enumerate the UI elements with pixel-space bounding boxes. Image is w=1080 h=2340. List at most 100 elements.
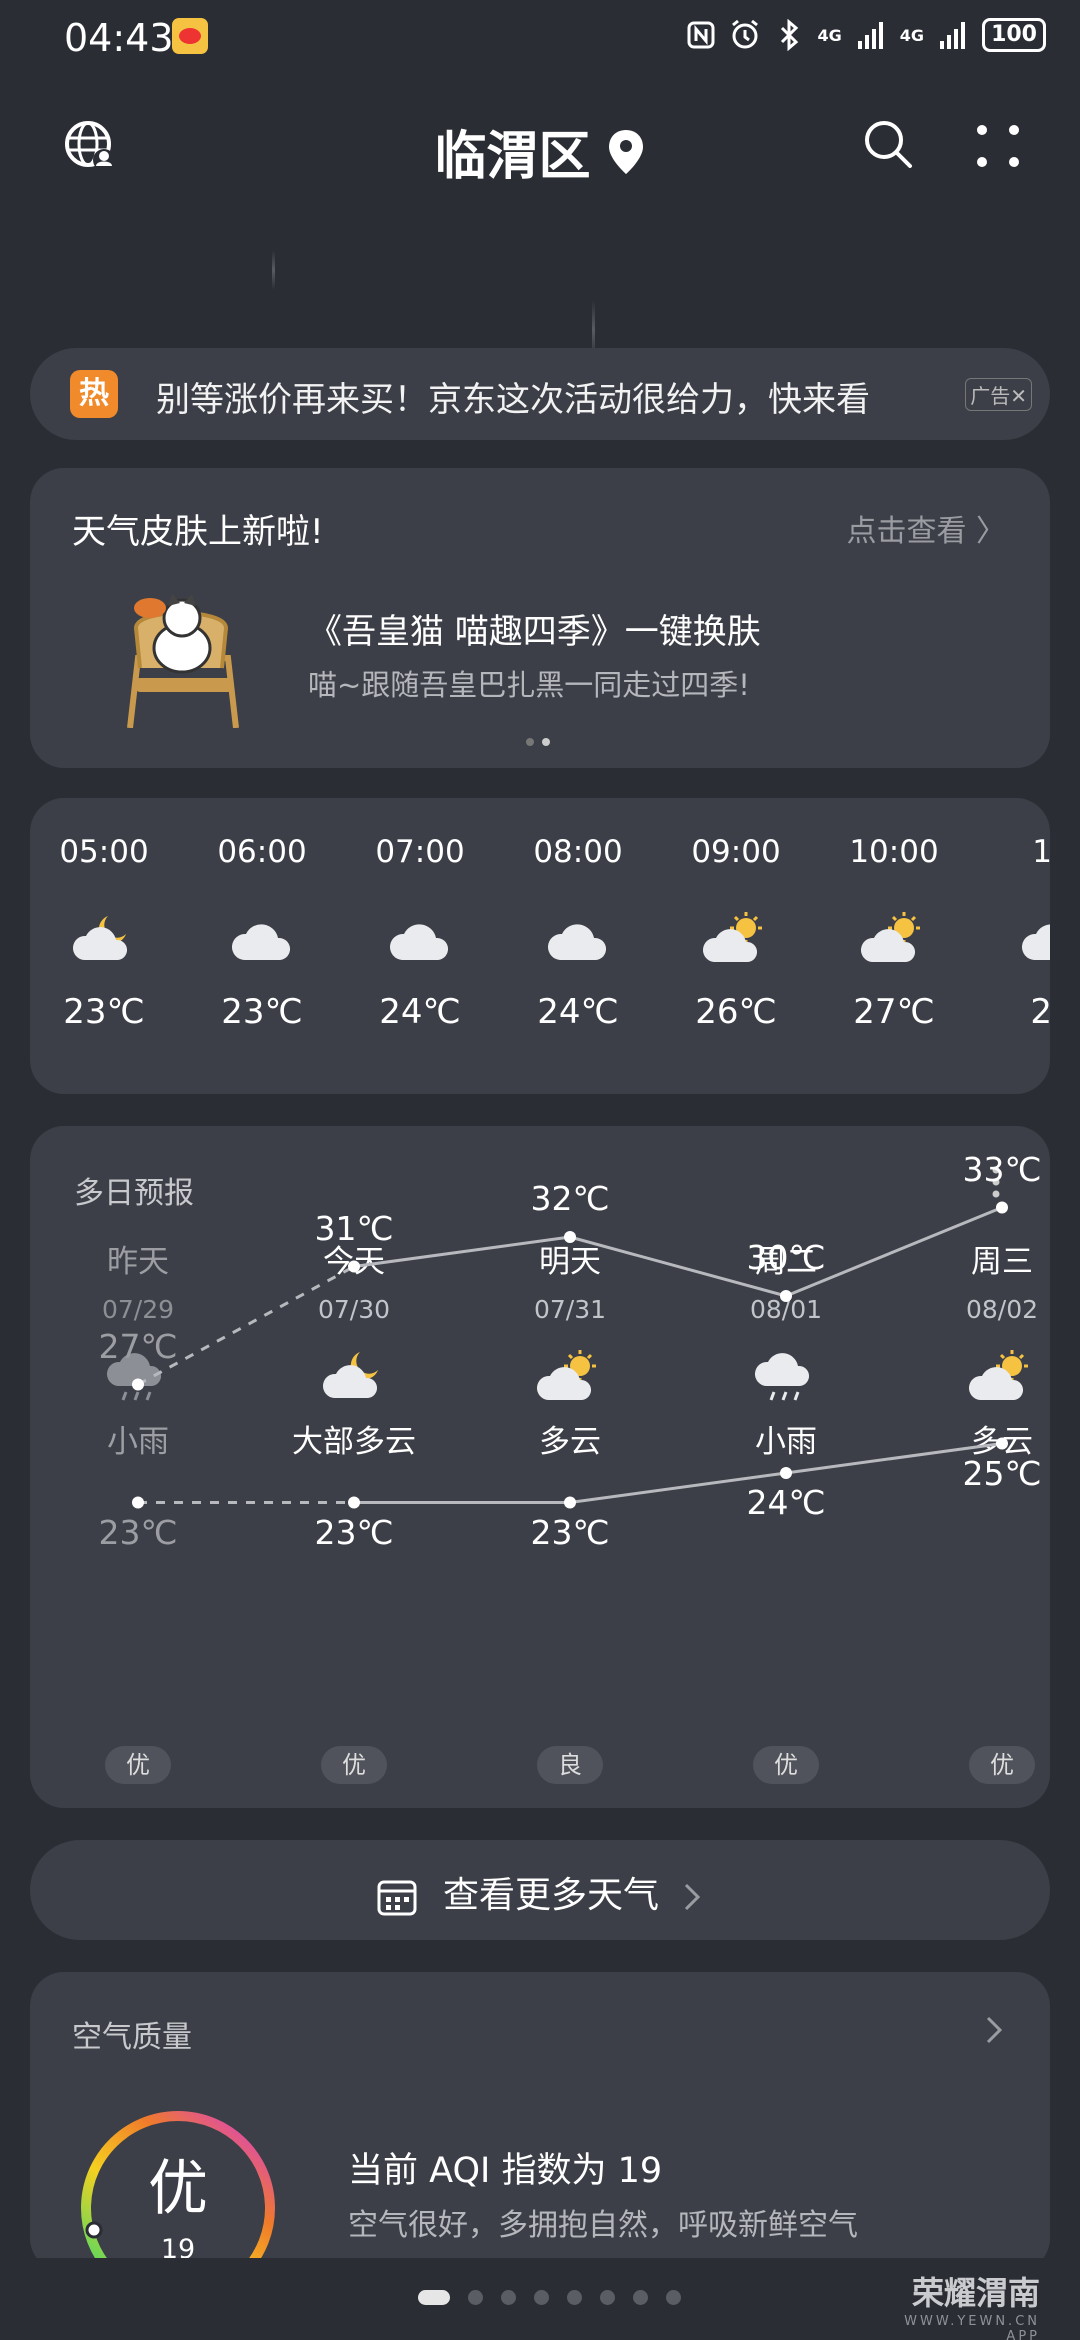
day-low-temp: 25℃: [962, 1453, 1042, 1493]
pager-dot[interactable]: [600, 2290, 615, 2305]
hour-time: 05:00: [59, 834, 149, 870]
pager-dot[interactable]: [567, 2290, 582, 2305]
more-weather-button[interactable]: 查看更多天气: [30, 1840, 1050, 1940]
carousel-dot-active: [542, 738, 550, 746]
status-time: 04:43: [64, 16, 174, 60]
app-header: 临渭区: [0, 100, 1080, 196]
city-name: 临渭区: [434, 127, 591, 187]
ad-banner[interactable]: 热 别等涨价再来买！京东这次活动很给力，快来看 广告✕: [30, 348, 1050, 440]
more-menu-icon[interactable]: [972, 120, 1024, 172]
cloud-icon: [1022, 924, 1050, 960]
hour-item: 07:00 24℃: [350, 834, 490, 1032]
status-bar: 04:43 4G 4G 100: [0, 0, 1080, 80]
cat-chair-illustration: [127, 594, 239, 728]
hour-time: 07:00: [375, 834, 465, 870]
sun-cloud-icon: [860, 912, 920, 962]
cloud-icon: [547, 924, 607, 960]
hour-time: 08:00: [533, 834, 623, 870]
day-aqi-badge: 良: [537, 1746, 603, 1784]
skin-headline: 《吾皇猫 喵趣四季》一键换肤: [308, 612, 761, 652]
chevron-right-icon[interactable]: [984, 2014, 1004, 2046]
day-high-temp: 32℃: [530, 1179, 610, 1218]
day-high-temp: 27℃: [98, 1326, 178, 1366]
day-low-temp: 23℃: [98, 1512, 178, 1552]
pager-dot[interactable]: [666, 2290, 681, 2305]
location-pin-icon: [608, 129, 643, 174]
hourly-forecast-card[interactable]: 05:00 23℃ 06:00 23℃ 07:00 24℃ 08:00 24℃ …: [30, 798, 1050, 1094]
alarm-icon: [731, 19, 758, 49]
day-aqi-badge: 优: [105, 1746, 171, 1784]
hour-time: 10:00: [849, 834, 939, 870]
rain-streak: [272, 250, 275, 290]
watermark-main: 荣耀渭南: [911, 2274, 1040, 2312]
city-selector[interactable]: 临渭区: [0, 114, 1080, 189]
pager-dot[interactable]: [633, 2290, 648, 2305]
cloud-icon: [231, 924, 291, 960]
hour-temp: 23℃: [63, 992, 145, 1032]
day-high-temp: 33℃: [962, 1149, 1042, 1189]
hour-item: 05:00 23℃: [34, 834, 174, 1032]
high-temp-point: [348, 1260, 360, 1273]
bluetooth-icon: [780, 19, 798, 51]
day-high-temp: 31℃: [314, 1208, 394, 1248]
skin-card-title: 天气皮肤上新啦!: [72, 512, 324, 552]
hour-time: 06:00: [217, 834, 307, 870]
calendar-icon: [377, 1880, 417, 1916]
low-temp-point: [132, 1496, 144, 1509]
low-temp-point: [564, 1496, 576, 1509]
ad-close-button[interactable]: 广告✕: [965, 378, 1032, 411]
network-label-1: 4G: [817, 25, 842, 45]
pager-dot[interactable]: [468, 2290, 483, 2305]
low-temp-point: [780, 1467, 792, 1479]
day-low-temp: 23℃: [314, 1512, 394, 1552]
daily-forecast-card[interactable]: 多日预报 昨天 07/29 小雨 今天 07/30 大部多云 明天 07/31 …: [30, 1126, 1050, 1808]
watermark-sub: WWW.YEWN.CN: [904, 2314, 1040, 2329]
aqi-level: 优: [148, 2154, 208, 2224]
high-temp-point: [564, 1231, 576, 1243]
hour-item: 11 29: [982, 834, 1050, 1032]
nfc-icon: [687, 21, 715, 49]
hour-time: 11: [1032, 834, 1050, 870]
watermark-app: APP: [1006, 2329, 1040, 2340]
skin-promo-card[interactable]: 天气皮肤上新啦! 点击查看 〉 《吾皇猫 喵趣四季》一键换肤 喵~跟随吾皇巴扎黑…: [30, 468, 1050, 768]
city-pager-dots[interactable]: [418, 2290, 681, 2305]
hour-item: 08:00 24℃: [508, 834, 648, 1032]
day-low-temp: 23℃: [530, 1512, 610, 1552]
air-quality-card[interactable]: 空气质量 优 19 当前 AQI 指数为 19 空气很好，多拥抱自然，呼吸新鲜空…: [30, 1972, 1050, 2275]
signal-icon: [857, 22, 883, 49]
day-aqi-badge: 优: [753, 1746, 819, 1784]
high-temp-line-segment: [137, 1265, 355, 1386]
high-temp-point: [132, 1378, 144, 1391]
high-temp-point: [996, 1201, 1008, 1214]
hour-temp: 23℃: [221, 992, 303, 1032]
search-icon[interactable]: [862, 118, 914, 170]
temperature-trend-chart: [132, 1201, 1008, 1509]
aqi-description: 空气很好，多拥抱自然，呼吸新鲜空气: [348, 2208, 858, 2243]
hour-temp: 26℃: [695, 992, 777, 1032]
cloud-icon: [389, 924, 449, 960]
skin-view-link[interactable]: 点击查看 〉: [846, 506, 1006, 550]
battery-indicator: 100: [982, 18, 1046, 52]
more-weather-label: 查看更多天气: [442, 1875, 659, 1916]
chevron-right-icon: [685, 1883, 701, 1911]
air-quality-title: 空气质量: [72, 2020, 192, 2055]
signal-icon-2: [940, 22, 966, 49]
pager-dot[interactable]: [501, 2290, 516, 2305]
hour-temp: 29: [1030, 992, 1050, 1032]
hour-temp: 24℃: [379, 992, 461, 1032]
hot-badge: 热: [70, 370, 118, 418]
day-aqi-badge: 优: [321, 1746, 387, 1784]
hour-item: 06:00 23℃: [192, 834, 332, 1032]
hour-time: 09:00: [691, 834, 781, 870]
more-weather-inner: 查看更多天气: [30, 1866, 1050, 1918]
aqi-headline: 当前 AQI 指数为 19: [348, 2151, 663, 2191]
day-low-temp: 24℃: [746, 1483, 826, 1522]
hour-temp: 27℃: [853, 992, 935, 1032]
carousel-dot: [526, 738, 534, 746]
pager-dot-active[interactable]: [418, 2290, 450, 2305]
day-high-temp: 30℃: [746, 1238, 826, 1277]
low-temp-point: [996, 1437, 1008, 1450]
pager-dot[interactable]: [534, 2290, 549, 2305]
skin-subtitle: 喵~跟随吾皇巴扎黑一同走过四季!: [308, 668, 750, 702]
hour-item: 09:00 26℃: [666, 834, 806, 1032]
